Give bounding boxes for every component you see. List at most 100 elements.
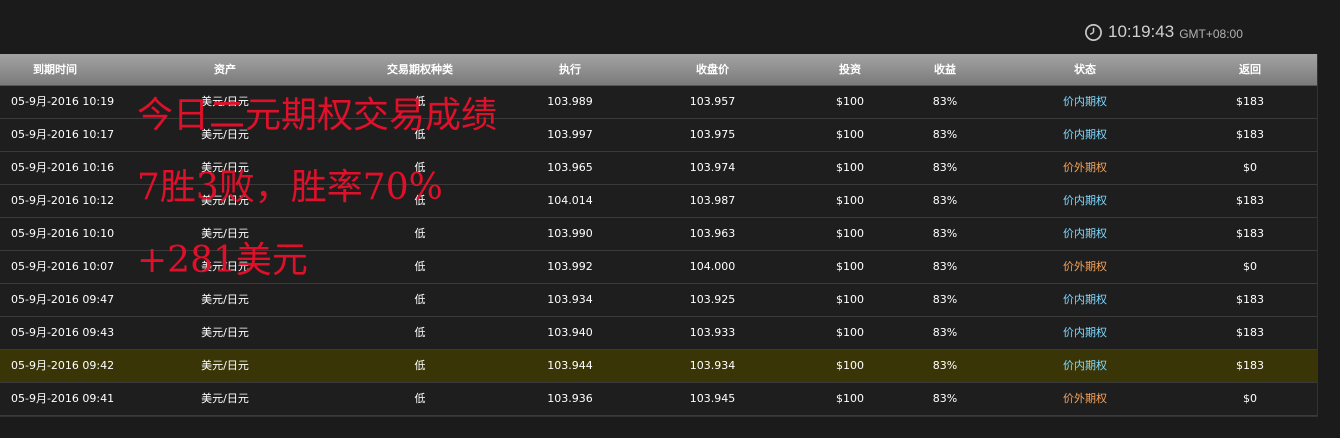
cell-yield: 83% — [932, 194, 958, 207]
cell-return: $183 — [1236, 95, 1264, 108]
cell-strike: 103.992 — [547, 260, 593, 273]
cell-return: $0 — [1243, 260, 1257, 273]
cell-asset: 美元/日元 — [201, 293, 249, 306]
table-header: 到期时间 资产 交易期权种类 执行 收盘价 投资 收益 状态 返回 — [0, 54, 1317, 86]
cell-close-price: 103.925 — [689, 293, 736, 306]
cell-status: 价内期权 — [1063, 128, 1107, 141]
cell-expiry: 05-9月-2016 09:42 — [11, 359, 115, 372]
cell-return: $183 — [1236, 293, 1264, 306]
cell-asset: 美元/日元 — [201, 392, 249, 405]
cell-expiry: 05-9月-2016 10:12 — [11, 194, 115, 207]
cell-return: $183 — [1236, 128, 1264, 141]
cell-asset: 美元/日元 — [201, 260, 249, 273]
table-row[interactable]: 05-9月-2016 09:42 美元/日元 低 103.944 103.934 $100… — [0, 350, 1317, 383]
cell-yield: 83% — [932, 161, 958, 174]
cell-close-price: 103.934 — [689, 359, 736, 372]
clock-icon — [1084, 23, 1103, 42]
header-expiry[interactable]: 到期时间 — [0, 54, 110, 85]
cell-yield: 83% — [932, 392, 958, 405]
header-asset[interactable]: 资产 — [110, 54, 340, 85]
cell-option-type: 低 — [414, 194, 426, 207]
cell-status: 价内期权 — [1063, 95, 1107, 108]
header-status[interactable]: 状态 — [975, 54, 1195, 85]
cell-expiry: 05-9月-2016 09:47 — [11, 293, 115, 306]
clock-timezone: GMT+08:00 — [1179, 26, 1243, 41]
cell-strike: 103.990 — [547, 227, 593, 240]
table-row[interactable]: 05-9月-2016 10:19 美元/日元 低 103.989 103.957 $100… — [0, 86, 1317, 119]
cell-asset: 美元/日元 — [201, 128, 249, 141]
cell-status: 价外期权 — [1063, 161, 1107, 174]
cell-status: 价内期权 — [1063, 359, 1107, 372]
cell-investment: $100 — [836, 260, 864, 273]
cell-return: $183 — [1236, 326, 1264, 339]
cell-expiry: 05-9月-2016 10:07 — [11, 260, 115, 273]
table-row[interactable]: 05-9月-2016 09:47 美元/日元 低 103.934 103.925 $100… — [0, 284, 1317, 317]
cell-option-type: 低 — [414, 326, 426, 339]
cell-expiry: 05-9月-2016 10:10 — [11, 227, 115, 240]
trade-history-screen: 10:19:43 GMT+08:00 到期时间 资产 交易期权种类 执行 收盘价… — [0, 0, 1340, 438]
cell-return: $0 — [1243, 392, 1257, 405]
cell-status: 价外期权 — [1063, 260, 1107, 273]
header-investment[interactable]: 投资 — [785, 54, 915, 85]
table-row[interactable]: 05-9月-2016 10:17 美元/日元 低 103.997 103.975 $100… — [0, 119, 1317, 152]
cell-investment: $100 — [836, 161, 864, 174]
cell-status: 价内期权 — [1063, 293, 1107, 306]
cell-yield: 83% — [932, 260, 958, 273]
cell-close-price: 103.975 — [689, 128, 736, 141]
cell-expiry: 05-9月-2016 10:19 — [11, 95, 115, 108]
table-row[interactable]: 05-9月-2016 10:12 美元/日元 低 104.014 103.987 $100… — [0, 185, 1317, 218]
cell-close-price: 103.957 — [689, 95, 736, 108]
cell-strike: 103.997 — [547, 128, 593, 141]
clock-time: 10:19:43 — [1108, 22, 1175, 41]
cell-return: $183 — [1236, 359, 1264, 372]
cell-yield: 83% — [932, 359, 958, 372]
cell-option-type: 低 — [414, 392, 426, 405]
header-close-price[interactable]: 收盘价 — [640, 54, 785, 85]
header-option-type[interactable]: 交易期权种类 — [340, 54, 500, 85]
cell-expiry: 05-9月-2016 10:16 — [11, 161, 115, 174]
cell-close-price: 103.933 — [689, 326, 736, 339]
cell-close-price: 104.000 — [689, 260, 736, 273]
cell-status: 价内期权 — [1063, 227, 1107, 240]
cell-investment: $100 — [836, 326, 864, 339]
table-row[interactable]: 05-9月-2016 09:41 美元/日元 低 103.936 103.945 $100… — [0, 383, 1317, 416]
cell-yield: 83% — [932, 95, 958, 108]
cell-strike: 103.936 — [547, 392, 593, 405]
cell-expiry: 05-9月-2016 10:17 — [11, 128, 115, 141]
cell-option-type: 低 — [414, 128, 426, 141]
cell-investment: $100 — [836, 227, 864, 240]
table-row[interactable]: 05-9月-2016 10:16 美元/日元 低 103.965 103.974 $100… — [0, 152, 1317, 185]
cell-close-price: 103.945 — [689, 392, 736, 405]
cell-investment: $100 — [836, 392, 864, 405]
cell-option-type: 低 — [414, 95, 426, 108]
cell-return: $0 — [1243, 161, 1257, 174]
cell-yield: 83% — [932, 326, 958, 339]
cell-investment: $100 — [836, 128, 864, 141]
cell-asset: 美元/日元 — [201, 326, 249, 339]
header-strike[interactable]: 执行 — [500, 54, 640, 85]
server-clock: 10:19:43 GMT+08:00 — [1084, 20, 1243, 44]
cell-return: $183 — [1236, 194, 1264, 207]
cell-status: 价外期权 — [1063, 392, 1107, 405]
cell-yield: 83% — [932, 128, 958, 141]
table-body: 05-9月-2016 10:19 美元/日元低 103.989 103.957 $100… — [0, 86, 1317, 416]
cell-investment: $100 — [836, 95, 864, 108]
header-return[interactable]: 返回 — [1195, 54, 1305, 85]
header-yield[interactable]: 收益 — [915, 54, 975, 85]
cell-close-price: 103.974 — [689, 161, 736, 174]
table-row[interactable]: 05-9月-2016 10:10 美元/日元 低 103.990 103.963 $100… — [0, 218, 1317, 251]
cell-status: 价内期权 — [1063, 326, 1107, 339]
table-row[interactable]: 05-9月-2016 10:07 美元/日元 低 103.992 104.000 $100… — [0, 251, 1317, 284]
cell-investment: $100 — [836, 293, 864, 306]
cell-investment: $100 — [836, 359, 864, 372]
cell-strike: 104.014 — [547, 194, 593, 207]
cell-close-price: 103.987 — [689, 194, 736, 207]
cell-option-type: 低 — [414, 359, 426, 372]
table-row[interactable]: 05-9月-2016 09:43 美元/日元 低 103.940 103.933 $100… — [0, 317, 1317, 350]
cell-strike: 103.965 — [547, 161, 593, 174]
cell-return: $183 — [1236, 227, 1264, 240]
cell-strike: 103.989 — [547, 95, 593, 108]
cell-expiry: 05-9月-2016 09:43 — [11, 326, 115, 339]
cell-option-type: 低 — [414, 227, 426, 240]
cell-asset: 美元/日元 — [201, 161, 249, 174]
